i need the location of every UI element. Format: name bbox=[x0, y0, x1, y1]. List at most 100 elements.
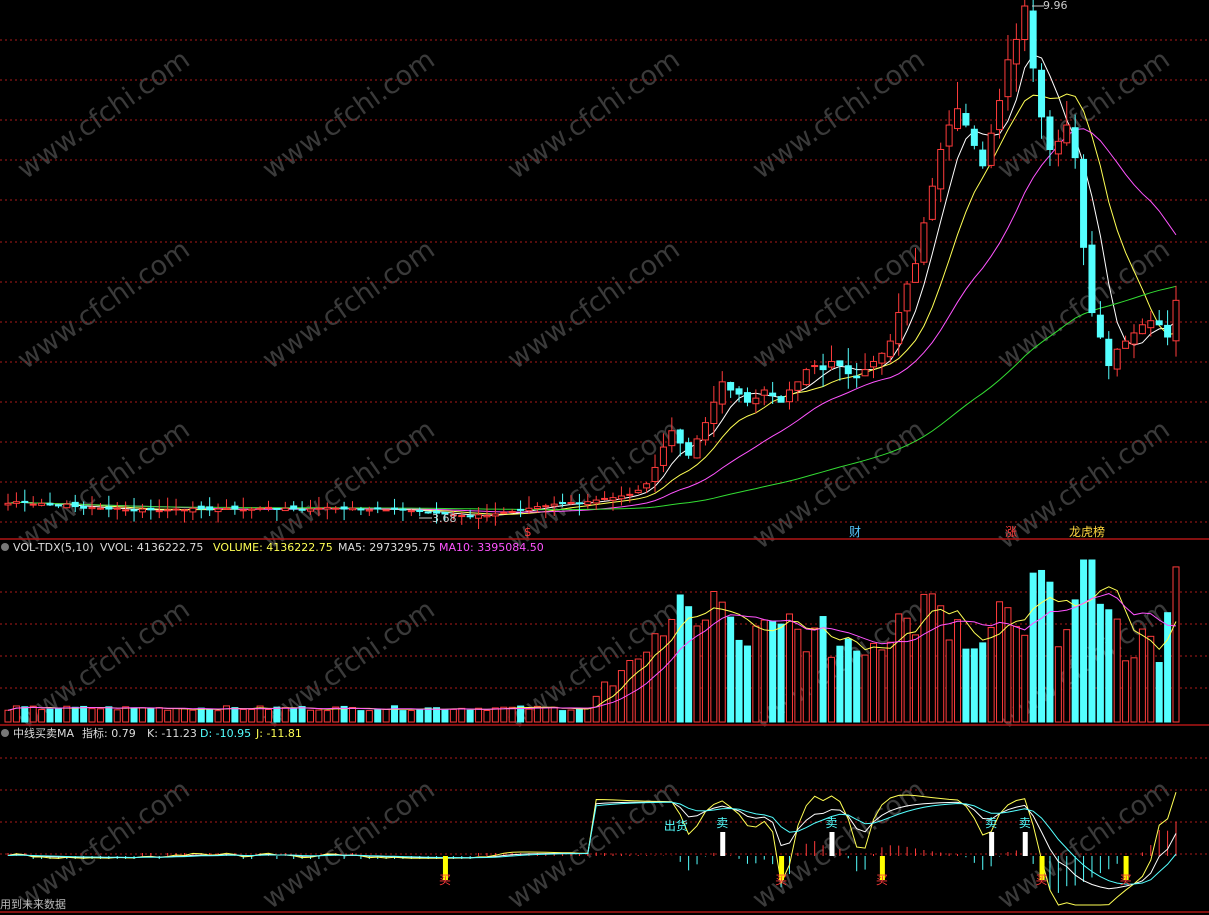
volume-bar bbox=[584, 707, 592, 723]
candle-body bbox=[802, 369, 810, 386]
volume-bar bbox=[407, 710, 415, 723]
candle-body bbox=[231, 505, 239, 510]
candle-body bbox=[1029, 10, 1037, 69]
volume-bar bbox=[693, 625, 701, 723]
sell-signal-bar bbox=[829, 832, 835, 856]
candle-body bbox=[996, 100, 1004, 131]
candle-body bbox=[928, 185, 936, 220]
candle-body bbox=[1113, 348, 1121, 370]
volume-bar bbox=[130, 707, 138, 723]
volume-bar bbox=[844, 638, 852, 723]
volume-bar bbox=[945, 639, 953, 723]
candle-body bbox=[273, 507, 281, 510]
volume-bar bbox=[46, 708, 54, 723]
candle-body bbox=[1172, 299, 1180, 342]
candle-body bbox=[214, 508, 222, 513]
vol-ma5: MA5: 2973295.75 bbox=[338, 541, 436, 554]
event-marker-finance[interactable]: 财 bbox=[849, 525, 861, 539]
volume-bar bbox=[1088, 559, 1096, 723]
volume-bar bbox=[206, 709, 214, 723]
candle-body bbox=[592, 499, 600, 504]
kdj-collapse-icon[interactable] bbox=[1, 729, 9, 737]
volume-bar bbox=[189, 709, 197, 723]
volume-bar bbox=[155, 707, 163, 723]
candle-body bbox=[718, 381, 726, 405]
candle-body bbox=[357, 508, 365, 511]
candle-body bbox=[197, 505, 205, 510]
sell-signal-label: 卖 bbox=[825, 816, 837, 830]
event-marker-dollar[interactable]: $ bbox=[524, 525, 532, 539]
vol-collapse-icon[interactable] bbox=[1, 543, 9, 551]
volume-bar bbox=[416, 709, 424, 723]
volume-bar bbox=[920, 593, 928, 723]
candle-body bbox=[525, 507, 533, 512]
candle-body bbox=[937, 148, 945, 190]
candle-body bbox=[895, 312, 903, 345]
candle-body bbox=[458, 515, 466, 518]
volume-bar bbox=[853, 650, 861, 723]
candle-body bbox=[239, 509, 247, 512]
candle-body bbox=[147, 507, 155, 511]
volume-bar bbox=[1164, 612, 1172, 723]
volume-bar bbox=[735, 639, 743, 723]
volume-bar bbox=[979, 642, 987, 723]
event-marker-dragon-tiger[interactable]: 龙虎榜 bbox=[1069, 524, 1105, 539]
volume-bar bbox=[323, 710, 331, 723]
candle-body bbox=[769, 392, 777, 397]
buy-signal-label: 买 bbox=[1036, 873, 1048, 887]
candle-body bbox=[1164, 324, 1172, 338]
candle-body bbox=[281, 507, 289, 512]
candle-body bbox=[1088, 244, 1096, 314]
stock-chart[interactable]: www.cfchi.com www.cfchi.com www.cfchi.com w… bbox=[0, 0, 1209, 915]
volume-bar bbox=[769, 620, 777, 723]
high-label: 9.96 bbox=[1043, 0, 1068, 12]
candle-body bbox=[861, 369, 869, 377]
volume-bar bbox=[1113, 618, 1121, 723]
candle-body bbox=[46, 503, 54, 506]
candle-body bbox=[533, 506, 541, 510]
volume-bar bbox=[239, 708, 247, 723]
candle-body bbox=[500, 511, 508, 514]
candle-body bbox=[4, 502, 12, 506]
candle-body bbox=[88, 506, 96, 510]
candle-body bbox=[752, 397, 760, 405]
candle-body bbox=[979, 149, 987, 167]
sell-signal-bar bbox=[989, 832, 995, 856]
volume-bar bbox=[1172, 566, 1180, 723]
volume-bar bbox=[4, 709, 12, 723]
volume-bar bbox=[676, 594, 684, 723]
candle-body bbox=[1021, 5, 1029, 40]
volume-bar bbox=[861, 654, 869, 723]
volume-bar bbox=[760, 619, 768, 723]
candle-body bbox=[542, 505, 550, 508]
volume-bar bbox=[567, 709, 575, 723]
future-data-note: 用到未来数据 bbox=[0, 897, 66, 911]
volume-bar bbox=[315, 709, 323, 723]
ship-out-label: 出货 bbox=[664, 818, 688, 833]
volume-bar bbox=[298, 706, 306, 723]
candle-body bbox=[323, 506, 331, 510]
volume-bar bbox=[1054, 646, 1062, 723]
volume-bar bbox=[122, 706, 130, 723]
volume-bar bbox=[819, 616, 827, 723]
candle-body bbox=[1071, 127, 1079, 159]
candle-body bbox=[668, 430, 676, 447]
event-marker-rise[interactable]: 涨 bbox=[1005, 524, 1017, 539]
kdj-d: D: -10.95 bbox=[200, 727, 251, 740]
candle-body bbox=[222, 507, 230, 510]
volume-bar bbox=[542, 706, 550, 723]
volume-bar bbox=[811, 627, 819, 723]
kdj-j: J: -11.81 bbox=[255, 727, 302, 740]
volume-bar bbox=[290, 708, 298, 723]
candle-body bbox=[962, 113, 970, 126]
candle-body bbox=[424, 511, 432, 514]
candle-body bbox=[206, 506, 214, 511]
low-label: 3.68 bbox=[432, 512, 457, 525]
volume-bar bbox=[937, 605, 945, 723]
volume-bar bbox=[802, 651, 810, 723]
volume-bar bbox=[617, 670, 625, 723]
candle-body bbox=[315, 507, 323, 510]
candle-body bbox=[332, 507, 340, 510]
volume-bar bbox=[214, 710, 222, 723]
volume-bar bbox=[307, 709, 315, 723]
